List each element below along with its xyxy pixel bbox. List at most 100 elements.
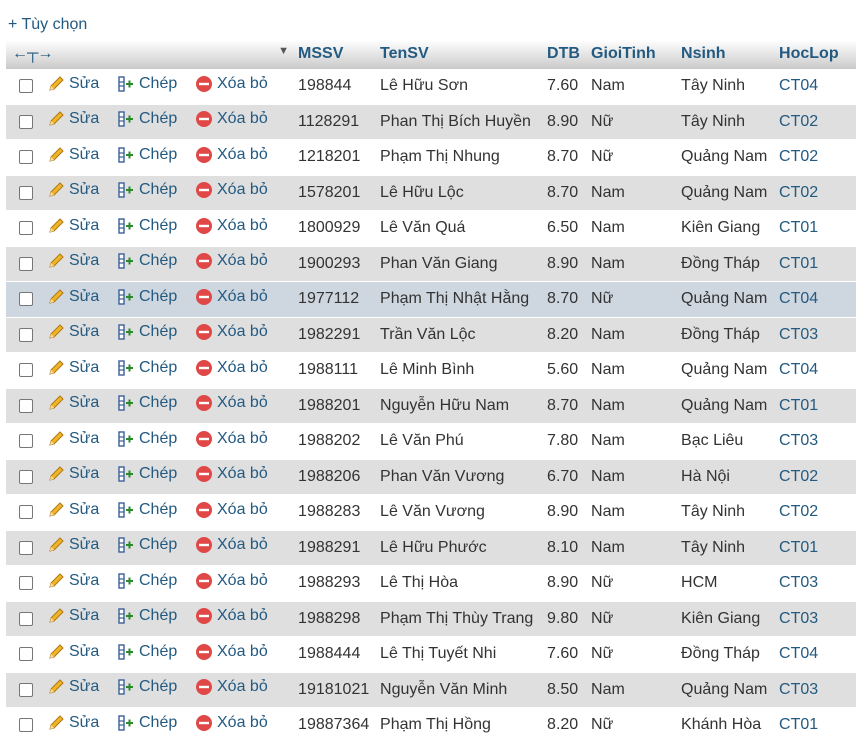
copy-button[interactable]: Chép	[116, 216, 177, 236]
edit-button[interactable]: Sửa	[46, 180, 99, 200]
column-resize-control[interactable]: ←┬→ ▼	[6, 40, 294, 69]
delete-button[interactable]: Xóa bỏ	[194, 109, 268, 129]
edit-button[interactable]: Sửa	[46, 677, 99, 697]
column-header-dtb[interactable]: DTB	[542, 40, 587, 69]
row-checkbox[interactable]	[19, 718, 33, 733]
copy-button[interactable]: Chép	[116, 500, 177, 520]
cell-hoclop-link[interactable]: CT01	[774, 388, 857, 424]
cell-hoclop-link[interactable]: CT02	[774, 459, 857, 495]
cell-hoclop-link[interactable]: CT01	[774, 210, 857, 247]
copy-button[interactable]: Chép	[116, 713, 177, 733]
copy-button[interactable]: Chép	[116, 429, 177, 449]
copy-button[interactable]: Chép	[116, 677, 177, 697]
options-toggle[interactable]: + Tùy chọn	[8, 16, 87, 34]
edit-button[interactable]: Sửa	[46, 535, 99, 555]
copy-button[interactable]: Chép	[116, 109, 177, 129]
cell-hoclop-link[interactable]: CT03	[774, 672, 857, 708]
copy-button[interactable]: Chép	[116, 322, 177, 342]
cell-hoclop-link[interactable]: CT01	[774, 246, 857, 282]
cell-hoclop-link[interactable]: CT04	[774, 281, 857, 318]
column-header-gioitinh[interactable]: GioiTinh	[586, 40, 677, 69]
row-checkbox[interactable]	[19, 79, 33, 94]
cell-hoclop-link[interactable]: CT02	[774, 494, 857, 531]
row-checkbox[interactable]	[19, 647, 33, 662]
copy-button[interactable]: Chép	[116, 393, 177, 413]
cell-hoclop-link[interactable]: CT01	[774, 707, 857, 744]
delete-button[interactable]: Xóa bỏ	[194, 535, 268, 555]
row-checkbox[interactable]	[19, 114, 33, 129]
edit-button[interactable]: Sửa	[46, 393, 99, 413]
cell-hoclop-link[interactable]: CT03	[774, 317, 857, 353]
row-checkbox[interactable]	[19, 576, 33, 591]
copy-button[interactable]: Chép	[116, 606, 177, 626]
edit-button[interactable]: Sửa	[46, 251, 99, 271]
edit-button[interactable]: Sửa	[46, 571, 99, 591]
cell-hoclop-link[interactable]: CT03	[774, 423, 857, 460]
resize-arrows-icon[interactable]: ←┬→	[6, 45, 53, 63]
sort-dropdown-icon[interactable]: ▼	[278, 45, 289, 57]
edit-button[interactable]: Sửa	[46, 464, 99, 484]
copy-button[interactable]: Chép	[116, 251, 177, 271]
cell-hoclop-link[interactable]: CT02	[774, 104, 857, 140]
delete-button[interactable]: Xóa bỏ	[194, 287, 268, 307]
row-checkbox[interactable]	[19, 221, 33, 236]
row-checkbox[interactable]	[19, 292, 33, 307]
delete-button[interactable]: Xóa bỏ	[194, 713, 268, 733]
edit-button[interactable]: Sửa	[46, 216, 99, 236]
copy-button[interactable]: Chép	[116, 358, 177, 378]
delete-button[interactable]: Xóa bỏ	[194, 393, 268, 413]
row-checkbox[interactable]	[19, 363, 33, 378]
cell-hoclop-link[interactable]: CT04	[774, 352, 857, 389]
cell-hoclop-link[interactable]: CT01	[774, 530, 857, 566]
cell-hoclop-link[interactable]: CT03	[774, 601, 857, 637]
edit-button[interactable]: Sửa	[46, 322, 99, 342]
column-header-hoclop[interactable]: HocLop	[774, 40, 857, 69]
cell-hoclop-link[interactable]: CT03	[774, 565, 857, 602]
row-checkbox[interactable]	[19, 150, 33, 165]
row-checkbox[interactable]	[19, 434, 33, 449]
row-checkbox[interactable]	[19, 682, 33, 697]
delete-button[interactable]: Xóa bỏ	[194, 677, 268, 697]
delete-button[interactable]: Xóa bỏ	[194, 429, 268, 449]
delete-button[interactable]: Xóa bỏ	[194, 145, 268, 165]
copy-button[interactable]: Chép	[116, 571, 177, 591]
copy-button[interactable]: Chép	[116, 287, 177, 307]
edit-button[interactable]: Sửa	[46, 713, 99, 733]
copy-button[interactable]: Chép	[116, 464, 177, 484]
edit-button[interactable]: Sửa	[46, 606, 99, 626]
column-header-tensv[interactable]: TenSV	[375, 40, 543, 69]
row-checkbox[interactable]	[19, 185, 33, 200]
edit-button[interactable]: Sửa	[46, 145, 99, 165]
column-header-mssv[interactable]: MSSV	[293, 40, 376, 69]
edit-button[interactable]: Sửa	[46, 429, 99, 449]
row-checkbox[interactable]	[19, 505, 33, 520]
row-checkbox[interactable]	[19, 611, 33, 626]
edit-button[interactable]: Sửa	[46, 500, 99, 520]
cell-hoclop-link[interactable]: CT04	[774, 68, 857, 105]
delete-button[interactable]: Xóa bỏ	[194, 464, 268, 484]
edit-button[interactable]: Sửa	[46, 358, 99, 378]
delete-button[interactable]: Xóa bỏ	[194, 74, 268, 94]
row-checkbox[interactable]	[19, 398, 33, 413]
copy-button[interactable]: Chép	[116, 145, 177, 165]
edit-button[interactable]: Sửa	[46, 642, 99, 662]
copy-button[interactable]: Chép	[116, 535, 177, 555]
edit-button[interactable]: Sửa	[46, 74, 99, 94]
cell-hoclop-link[interactable]: CT02	[774, 175, 857, 211]
copy-button[interactable]: Chép	[116, 180, 177, 200]
row-checkbox[interactable]	[19, 327, 33, 342]
cell-hoclop-link[interactable]: CT04	[774, 636, 857, 673]
delete-button[interactable]: Xóa bỏ	[194, 251, 268, 271]
delete-button[interactable]: Xóa bỏ	[194, 500, 268, 520]
delete-button[interactable]: Xóa bỏ	[194, 216, 268, 236]
delete-button[interactable]: Xóa bỏ	[194, 571, 268, 591]
row-checkbox[interactable]	[19, 540, 33, 555]
delete-button[interactable]: Xóa bỏ	[194, 358, 268, 378]
delete-button[interactable]: Xóa bỏ	[194, 180, 268, 200]
copy-button[interactable]: Chép	[116, 642, 177, 662]
delete-button[interactable]: Xóa bỏ	[194, 606, 268, 626]
edit-button[interactable]: Sửa	[46, 109, 99, 129]
row-checkbox[interactable]	[19, 469, 33, 484]
edit-button[interactable]: Sửa	[46, 287, 99, 307]
delete-button[interactable]: Xóa bỏ	[194, 642, 268, 662]
